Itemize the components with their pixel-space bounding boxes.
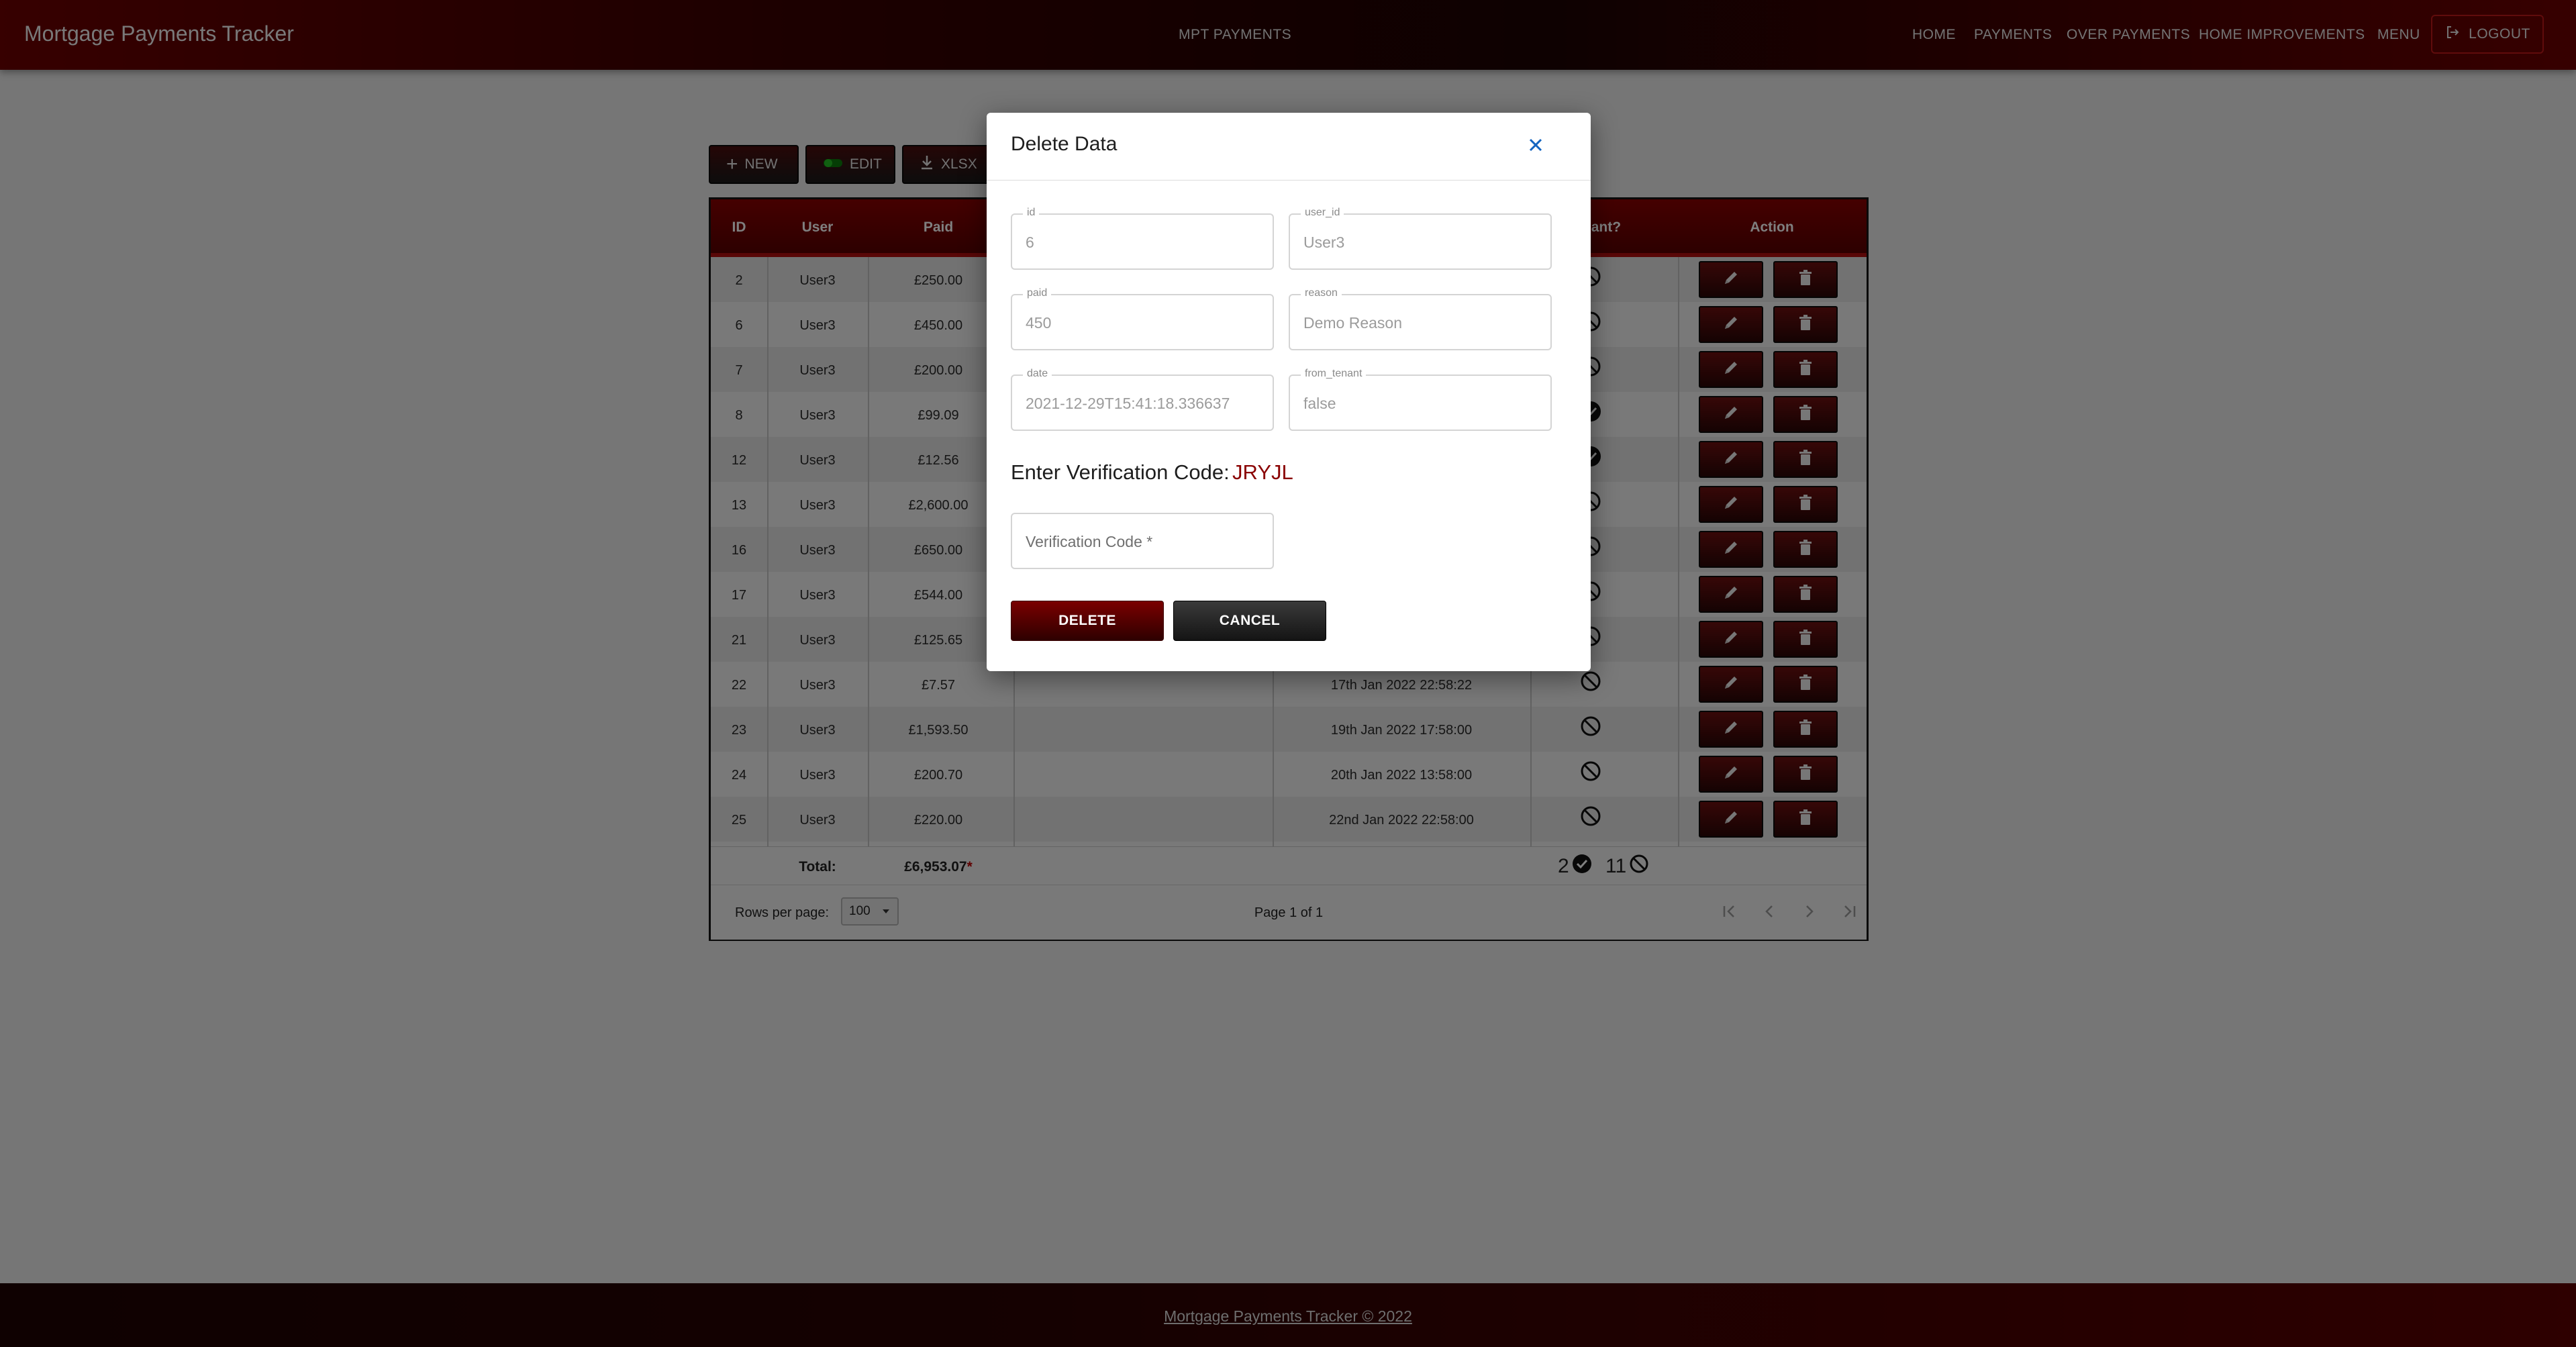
verification-prompt: Enter Verification Code: bbox=[1011, 460, 1230, 484]
cancel-button[interactable]: CANCEL bbox=[1173, 601, 1326, 641]
user-id-field-label: user_id bbox=[1301, 207, 1344, 219]
reason-field[interactable]: reason Demo Reason bbox=[1289, 287, 1552, 350]
from-tenant-field-label: from_tenant bbox=[1301, 368, 1367, 380]
dialog-header: Delete Data bbox=[987, 113, 1591, 181]
verification-code-input[interactable]: Verification Code * bbox=[1011, 513, 1274, 569]
user-id-field[interactable]: user_id User3 bbox=[1289, 207, 1552, 270]
id-field-value: 6 bbox=[1026, 234, 1034, 251]
delete-button[interactable]: DELETE bbox=[1011, 601, 1164, 641]
paid-field-value: 450 bbox=[1026, 314, 1052, 332]
verification-code-placeholder: Verification Code * bbox=[1026, 533, 1153, 550]
paid-field-label: paid bbox=[1023, 287, 1052, 299]
from-tenant-field[interactable]: from_tenant false bbox=[1289, 368, 1552, 431]
id-field[interactable]: id 6 bbox=[1011, 207, 1274, 270]
close-icon[interactable] bbox=[1524, 133, 1548, 160]
dialog-title: Delete Data bbox=[1011, 133, 1118, 155]
reason-field-label: reason bbox=[1301, 287, 1342, 299]
reason-field-value: Demo Reason bbox=[1303, 314, 1403, 332]
id-field-label: id bbox=[1023, 207, 1040, 219]
date-field-label: date bbox=[1023, 368, 1052, 380]
date-field-value: 2021-12-29T15:41:18.336637 bbox=[1026, 395, 1230, 412]
delete-dialog: Delete Data id 6 user_id User3 paid 450 … bbox=[987, 113, 1591, 671]
paid-field[interactable]: paid 450 bbox=[1011, 287, 1274, 350]
verification-code: JRYJL bbox=[1232, 460, 1293, 484]
date-field[interactable]: date 2021-12-29T15:41:18.336637 bbox=[1011, 368, 1274, 431]
from-tenant-field-value: false bbox=[1303, 395, 1336, 412]
user-id-field-value: User3 bbox=[1303, 234, 1345, 251]
